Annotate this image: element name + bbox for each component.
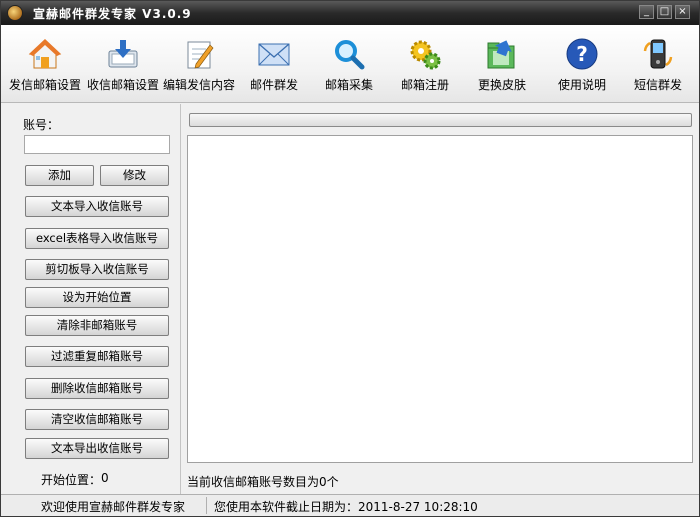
help-icon: ? xyxy=(566,38,598,70)
recipient-list[interactable] xyxy=(187,135,693,463)
close-button[interactable]: × xyxy=(675,5,690,19)
toolbar-label: 更换皮肤 xyxy=(477,78,526,92)
toolbar-sender-settings[interactable]: 发信邮箱设置 xyxy=(5,25,85,103)
app-window: 宣赫邮件群发专家 V3.0.9 _ □ × 发信邮箱设置 收信邮箱设置 编辑发信… xyxy=(0,0,700,517)
progress-bar xyxy=(189,113,692,127)
add-button[interactable]: 添加 xyxy=(25,165,94,186)
toolbar-sms[interactable]: 短信群发 xyxy=(625,25,691,103)
clear-accounts-button[interactable]: 清空收信邮箱账号 xyxy=(25,409,169,430)
toolbar-mass-mail[interactable]: 邮件群发 xyxy=(241,25,307,103)
inbox-download-icon xyxy=(108,40,138,68)
toolbar-label: 短信群发 xyxy=(633,78,682,92)
toolbar-instructions[interactable]: ? 使用说明 xyxy=(549,25,615,103)
status-bar: 欢迎使用宣赫邮件群发专家 您使用本软件截止日期为：2011-8-27 10:28… xyxy=(1,494,699,516)
skin-folder-icon xyxy=(487,40,515,69)
modify-button[interactable]: 修改 xyxy=(100,165,169,186)
account-input[interactable] xyxy=(24,135,170,154)
toolbar-register-mailbox[interactable]: 邮箱注册 xyxy=(393,25,457,103)
account-panel: 账号： 添加 修改 文本导入收信账号 excel表格导入收信账号 剪切板导入收信… xyxy=(1,104,181,494)
toolbar-edit-content[interactable]: 编辑发信内容 xyxy=(161,25,237,103)
toolbar-label: 发信邮箱设置 xyxy=(8,78,81,92)
window-title: 宣赫邮件群发专家 V3.0.9 xyxy=(33,7,192,21)
mobile-phone-icon xyxy=(643,39,673,69)
maximize-button[interactable]: □ xyxy=(657,5,672,19)
status-welcome: 欢迎使用宣赫邮件群发专家 xyxy=(41,500,186,514)
recipient-panel: 当前收信邮箱账号数目为0个 xyxy=(182,104,699,494)
account-label: 账号： xyxy=(23,118,60,132)
house-icon xyxy=(28,39,62,69)
status-expiry: 您使用本软件截止日期为：2011-8-27 10:28:10 xyxy=(214,500,478,514)
toolbar-label: 邮箱采集 xyxy=(324,78,373,92)
filter-duplicates-button[interactable]: 过滤重复邮箱账号 xyxy=(25,346,169,367)
envelope-icon xyxy=(258,43,290,66)
main-toolbar: 发信邮箱设置 收信邮箱设置 编辑发信内容 邮件群发 邮箱采集 邮箱注册 更换皮肤… xyxy=(1,25,699,103)
app-logo-icon xyxy=(7,5,23,21)
toolbar-label: 邮件群发 xyxy=(249,78,298,92)
delete-account-button[interactable]: 删除收信邮箱账号 xyxy=(25,378,169,399)
import-text-button[interactable]: 文本导入收信账号 xyxy=(25,196,169,217)
gears-icon xyxy=(410,40,441,70)
recipient-count: 当前收信邮箱账号数目为0个 xyxy=(187,475,339,489)
set-start-position-button[interactable]: 设为开始位置 xyxy=(25,287,169,308)
edit-note-icon xyxy=(187,41,214,69)
import-excel-button[interactable]: excel表格导入收信账号 xyxy=(25,228,169,249)
svg-text:?: ? xyxy=(576,42,588,66)
toolbar-collect-mailbox[interactable]: 邮箱采集 xyxy=(317,25,381,103)
toolbar-label: 邮箱注册 xyxy=(400,78,449,92)
toolbar-receiver-settings[interactable]: 收信邮箱设置 xyxy=(87,25,159,103)
start-position-label: 开始位置： xyxy=(41,473,102,487)
start-position-value: 0 xyxy=(101,471,109,485)
status-divider xyxy=(206,497,207,514)
minimize-button[interactable]: _ xyxy=(639,5,654,19)
toolbar-label: 收信邮箱设置 xyxy=(87,78,160,92)
title-bar[interactable]: 宣赫邮件群发专家 V3.0.9 _ □ × xyxy=(1,1,699,25)
toolbar-label: 编辑发信内容 xyxy=(162,78,235,92)
magnifier-icon xyxy=(335,40,365,70)
export-text-button[interactable]: 文本导出收信账号 xyxy=(25,438,169,459)
remove-non-mailbox-button[interactable]: 清除非邮箱账号 xyxy=(25,315,169,336)
import-clipboard-button[interactable]: 剪切板导入收信账号 xyxy=(25,259,169,280)
toolbar-label: 使用说明 xyxy=(557,78,606,92)
toolbar-change-skin[interactable]: 更换皮肤 xyxy=(469,25,535,103)
